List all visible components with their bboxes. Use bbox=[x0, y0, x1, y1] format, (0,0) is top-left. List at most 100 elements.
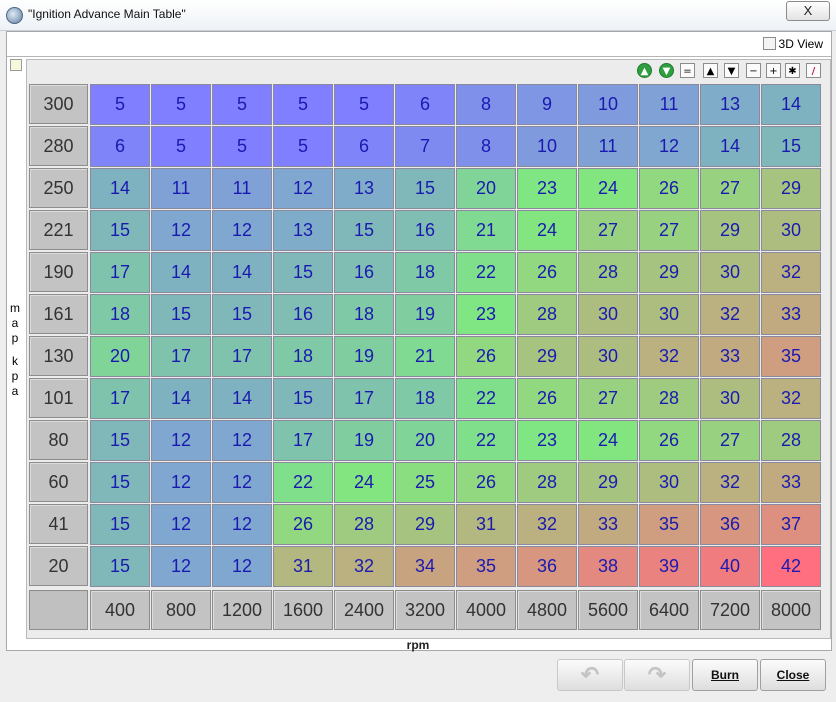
multiply-button[interactable]: ✱ bbox=[785, 63, 800, 78]
table-cell[interactable]: 5 bbox=[151, 126, 211, 167]
table-cell[interactable]: 15 bbox=[90, 462, 150, 503]
table-cell[interactable]: 12 bbox=[273, 168, 333, 209]
table-cell[interactable]: 30 bbox=[639, 294, 699, 335]
table-cell[interactable]: 30 bbox=[639, 462, 699, 503]
table-cell[interactable]: 23 bbox=[456, 294, 516, 335]
table-cell[interactable]: 28 bbox=[517, 294, 577, 335]
table-cell[interactable]: 32 bbox=[700, 294, 760, 335]
table-cell[interactable]: 28 bbox=[334, 504, 394, 545]
table-cell[interactable]: 25 bbox=[395, 462, 455, 503]
shift-down-button[interactable]: ▼ bbox=[724, 63, 739, 78]
table-cell[interactable]: 8 bbox=[456, 84, 516, 125]
table-cell[interactable]: 5 bbox=[212, 84, 272, 125]
table-cell[interactable]: 27 bbox=[578, 210, 638, 251]
table-cell[interactable]: 20 bbox=[90, 336, 150, 377]
table-cell[interactable]: 29 bbox=[395, 504, 455, 545]
table-cell[interactable]: 22 bbox=[456, 378, 516, 419]
table-cell[interactable]: 5 bbox=[90, 84, 150, 125]
table-cell[interactable]: 38 bbox=[578, 546, 638, 587]
table-cell[interactable]: 40 bbox=[700, 546, 760, 587]
table-cell[interactable]: 28 bbox=[639, 378, 699, 419]
table-cell[interactable]: 14 bbox=[90, 168, 150, 209]
view-3d-toggle[interactable]: 3D View bbox=[762, 37, 823, 51]
table-cell[interactable]: 8 bbox=[456, 126, 516, 167]
table-cell[interactable]: 17 bbox=[212, 336, 272, 377]
table-cell[interactable]: 20 bbox=[395, 420, 455, 461]
table-cell[interactable]: 15 bbox=[761, 126, 821, 167]
table-cell[interactable]: 34 bbox=[395, 546, 455, 587]
decrement-green-icon[interactable]: ▼ bbox=[659, 63, 674, 78]
increment-green-icon[interactable]: ▲ bbox=[637, 63, 652, 78]
table-cell[interactable]: 31 bbox=[456, 504, 516, 545]
minus-button[interactable]: − bbox=[746, 63, 761, 78]
table-cell[interactable]: 15 bbox=[334, 210, 394, 251]
table-cell[interactable]: 27 bbox=[700, 168, 760, 209]
edit-note-icon[interactable] bbox=[10, 59, 22, 71]
table-cell[interactable]: 11 bbox=[639, 84, 699, 125]
view-3d-checkbox[interactable] bbox=[762, 37, 776, 50]
table-cell[interactable]: 12 bbox=[212, 462, 272, 503]
table-cell[interactable]: 14 bbox=[151, 252, 211, 293]
table-cell[interactable]: 10 bbox=[517, 126, 577, 167]
table-cell[interactable]: 17 bbox=[90, 378, 150, 419]
table-cell[interactable]: 28 bbox=[761, 420, 821, 461]
table-cell[interactable]: 13 bbox=[273, 210, 333, 251]
table-cell[interactable]: 13 bbox=[334, 168, 394, 209]
table-cell[interactable]: 5 bbox=[273, 126, 333, 167]
table-cell[interactable]: 5 bbox=[334, 84, 394, 125]
table-cell[interactable]: 17 bbox=[334, 378, 394, 419]
table-cell[interactable]: 32 bbox=[517, 504, 577, 545]
table-cell[interactable]: 30 bbox=[761, 210, 821, 251]
table-cell[interactable]: 5 bbox=[273, 84, 333, 125]
table-cell[interactable]: 27 bbox=[578, 378, 638, 419]
table-cell[interactable]: 18 bbox=[395, 378, 455, 419]
table-cell[interactable]: 35 bbox=[456, 546, 516, 587]
table-cell[interactable]: 15 bbox=[395, 168, 455, 209]
table-cell[interactable]: 16 bbox=[334, 252, 394, 293]
table-cell[interactable]: 27 bbox=[639, 210, 699, 251]
table-cell[interactable]: 26 bbox=[639, 168, 699, 209]
table-cell[interactable]: 29 bbox=[517, 336, 577, 377]
table-cell[interactable]: 12 bbox=[151, 210, 211, 251]
table-cell[interactable]: 15 bbox=[90, 210, 150, 251]
table-cell[interactable]: 32 bbox=[639, 336, 699, 377]
table-cell[interactable]: 33 bbox=[700, 336, 760, 377]
table-cell[interactable]: 23 bbox=[517, 420, 577, 461]
table-cell[interactable]: 24 bbox=[578, 420, 638, 461]
table-cell[interactable]: 14 bbox=[212, 252, 272, 293]
burn-button[interactable]: Burn bbox=[692, 659, 758, 691]
table-cell[interactable]: 28 bbox=[578, 252, 638, 293]
table-cell[interactable]: 21 bbox=[395, 336, 455, 377]
table-cell[interactable]: 19 bbox=[334, 420, 394, 461]
table-cell[interactable]: 12 bbox=[212, 504, 272, 545]
table-cell[interactable]: 22 bbox=[456, 420, 516, 461]
table-cell[interactable]: 19 bbox=[334, 336, 394, 377]
table-cell[interactable]: 6 bbox=[90, 126, 150, 167]
undo-button[interactable]: ↶ bbox=[557, 659, 623, 691]
table-cell[interactable]: 11 bbox=[578, 126, 638, 167]
table-cell[interactable]: 6 bbox=[334, 126, 394, 167]
table-cell[interactable]: 17 bbox=[273, 420, 333, 461]
table-cell[interactable]: 31 bbox=[273, 546, 333, 587]
table-cell[interactable]: 26 bbox=[456, 462, 516, 503]
table-cell[interactable]: 32 bbox=[761, 252, 821, 293]
table-cell[interactable]: 18 bbox=[334, 294, 394, 335]
table-cell[interactable]: 13 bbox=[700, 84, 760, 125]
table-cell[interactable]: 11 bbox=[212, 168, 272, 209]
table-cell[interactable]: 15 bbox=[151, 294, 211, 335]
table-cell[interactable]: 14 bbox=[212, 378, 272, 419]
table-cell[interactable]: 5 bbox=[212, 126, 272, 167]
table-cell[interactable]: 15 bbox=[273, 252, 333, 293]
table-cell[interactable]: 35 bbox=[639, 504, 699, 545]
table-cell[interactable]: 24 bbox=[517, 210, 577, 251]
redo-button[interactable]: ↷ bbox=[624, 659, 690, 691]
table-cell[interactable]: 12 bbox=[212, 420, 272, 461]
table-cell[interactable]: 12 bbox=[212, 546, 272, 587]
table-cell[interactable]: 30 bbox=[578, 336, 638, 377]
table-cell[interactable]: 15 bbox=[90, 504, 150, 545]
table-cell[interactable]: 18 bbox=[90, 294, 150, 335]
table-cell[interactable]: 29 bbox=[639, 252, 699, 293]
table-cell[interactable]: 22 bbox=[456, 252, 516, 293]
table-cell[interactable]: 16 bbox=[395, 210, 455, 251]
shift-up-button[interactable]: ▲ bbox=[703, 63, 718, 78]
